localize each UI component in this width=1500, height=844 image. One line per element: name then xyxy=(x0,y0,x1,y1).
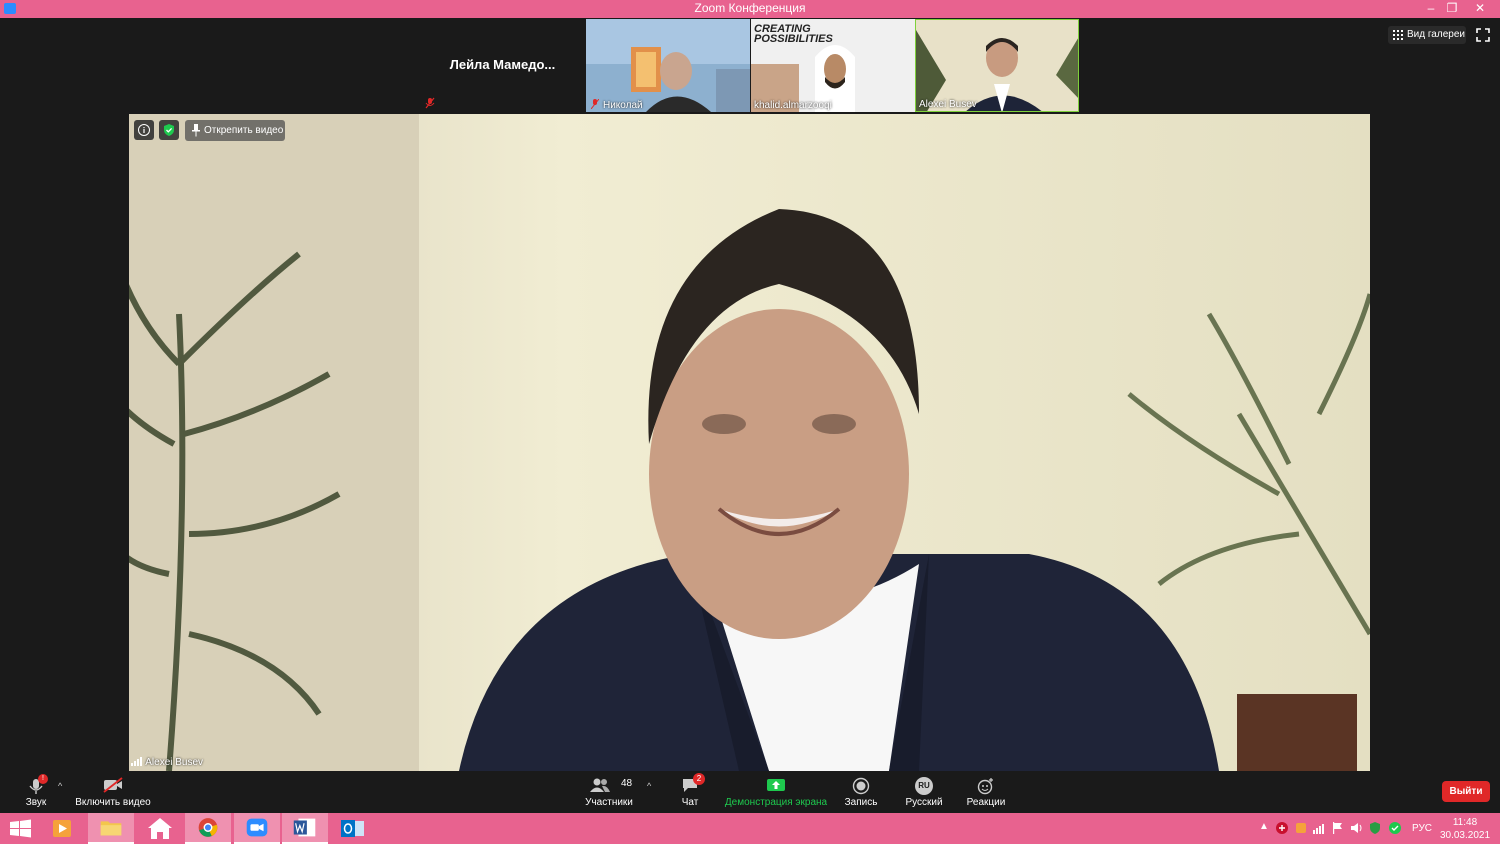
participant-name: khalid.almarzooqi xyxy=(754,100,832,111)
media-player-icon[interactable] xyxy=(40,813,86,844)
participant-name: Николай xyxy=(603,100,643,111)
participants-options-caret[interactable]: ^ xyxy=(647,781,651,791)
main-speaker-name-label: Alexei Busev xyxy=(131,757,203,768)
participants-icon xyxy=(590,778,610,792)
security-button[interactable] xyxy=(159,120,179,140)
record-icon xyxy=(852,777,870,795)
audio-alert-badge: ! xyxy=(38,774,48,784)
chat-button[interactable]: 2 Чат xyxy=(670,771,710,813)
unpin-label: Открепить видео xyxy=(204,125,284,136)
main-speaker-video[interactable] xyxy=(129,114,1370,771)
participants-label: Участники xyxy=(585,797,633,808)
unpin-video-button[interactable]: Открепить видео xyxy=(185,120,285,141)
share-screen-button[interactable]: Демонстрация экрана xyxy=(722,771,830,813)
signal-icon xyxy=(131,757,142,766)
window-title: Zoom Конференция xyxy=(694,1,806,15)
muted-mic-icon xyxy=(591,99,599,109)
gallery-view-label: Вид галереи xyxy=(1407,29,1465,40)
pin-icon xyxy=(192,124,200,137)
share-screen-label: Демонстрация экрана xyxy=(724,797,828,808)
app-tray-icon[interactable] xyxy=(1295,821,1307,835)
tray-expand-icon[interactable]: ▲ xyxy=(1259,821,1269,832)
clock-time: 11:48 xyxy=(1452,817,1478,828)
shield-icon xyxy=(164,124,174,136)
word-icon[interactable] xyxy=(282,813,328,844)
video-label: Включить видео xyxy=(75,797,151,808)
start-video-button[interactable]: Включить видео xyxy=(72,771,154,813)
home-icon[interactable] xyxy=(137,813,183,844)
language-label: Русский xyxy=(905,797,943,808)
share-screen-icon xyxy=(767,779,785,791)
speaker-name: Alexei Busev xyxy=(145,757,204,768)
audio-button[interactable]: ! Звук xyxy=(16,771,56,813)
participant-tile-name-only[interactable]: Лейла Мамедо... xyxy=(421,19,584,112)
chat-label: Чат xyxy=(681,797,699,808)
taskbar-clock[interactable]: 11:48 30.03.2021 xyxy=(1436,816,1494,842)
audio-options-caret[interactable]: ^ xyxy=(58,781,62,791)
participant-tile[interactable]: CREATING POSSIBILITIES khalid.almarzooqi xyxy=(751,19,915,112)
keyboard-language[interactable]: РУС xyxy=(1412,823,1432,834)
audio-label: Звук xyxy=(25,797,47,808)
participant-name: Alexei Busev xyxy=(919,99,977,110)
antivirus-tray-icon[interactable] xyxy=(1275,821,1289,835)
chrome-icon[interactable] xyxy=(185,813,231,844)
close-button[interactable]: ✕ xyxy=(1466,0,1494,18)
language-icon: RU xyxy=(915,777,933,795)
leave-meeting-button[interactable]: Выйти xyxy=(1442,781,1490,802)
file-explorer-icon[interactable] xyxy=(88,813,134,844)
zoom-icon[interactable] xyxy=(234,813,280,844)
network-icon[interactable] xyxy=(1313,822,1327,834)
record-label: Запись xyxy=(844,797,878,808)
window-title-bar: Zoom Конференция – ❐ ✕ xyxy=(0,0,1500,18)
participant-tile[interactable]: Николай xyxy=(586,19,750,112)
windows-taskbar: ▲ РУС 11:48 30.03.2021 xyxy=(0,813,1500,844)
participant-name: Лейла Мамедо... xyxy=(449,57,556,72)
outlook-icon[interactable] xyxy=(330,813,376,844)
gallery-view-button[interactable]: Вид галереи xyxy=(1388,26,1466,44)
reactions-button[interactable]: Реакции xyxy=(963,771,1009,813)
flag-icon[interactable] xyxy=(1332,821,1344,835)
reactions-label: Реакции xyxy=(966,797,1006,808)
participants-button[interactable]: 48 Участники xyxy=(580,771,638,813)
language-interpretation-button[interactable]: RU Русский xyxy=(900,771,948,813)
clock-date: 30.03.2021 xyxy=(1439,830,1491,841)
smiley-icon xyxy=(977,778,993,795)
record-button[interactable]: Запись xyxy=(841,771,881,813)
chat-unread-badge: 2 xyxy=(693,773,705,785)
info-icon xyxy=(138,124,150,136)
muted-mic-icon xyxy=(425,97,435,109)
banner-text: CREATING POSSIBILITIES xyxy=(754,23,833,45)
meeting-info-button[interactable] xyxy=(134,120,154,140)
speaker-video-frame xyxy=(129,114,1370,771)
fullscreen-icon[interactable] xyxy=(1476,28,1490,42)
video-off-icon xyxy=(103,777,123,793)
participants-count: 48 xyxy=(621,778,633,789)
participant-tile-active-speaker[interactable]: Alexei Busev xyxy=(915,19,1079,112)
participant-video xyxy=(586,19,750,112)
shield-tray-icon[interactable] xyxy=(1368,821,1382,835)
restore-button[interactable]: ❐ xyxy=(1438,0,1466,18)
meeting-toolbar: ! Звук ^ Включить видео 48 Участники ^ 2… xyxy=(0,771,1500,813)
grid-icon xyxy=(1393,30,1403,40)
check-tray-icon[interactable] xyxy=(1388,821,1402,835)
volume-icon[interactable] xyxy=(1350,821,1364,835)
